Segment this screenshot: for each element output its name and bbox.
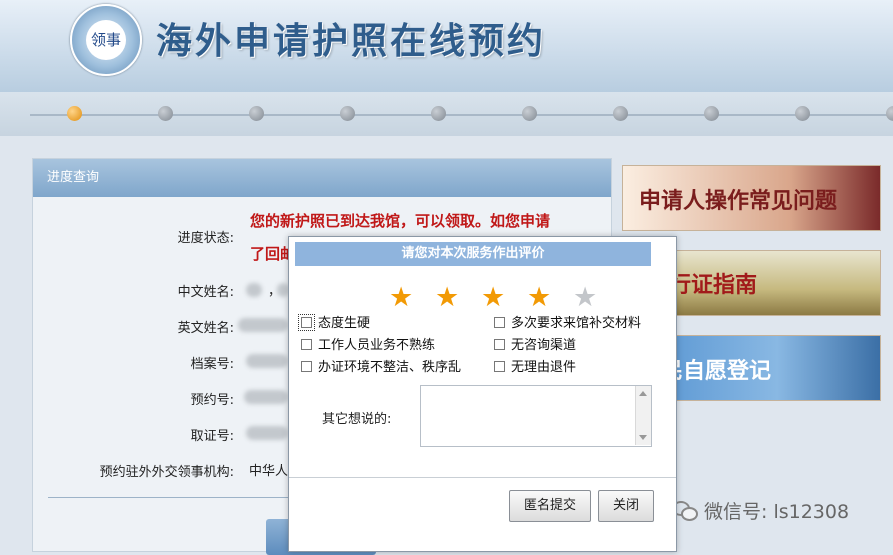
step-dot-7	[613, 106, 628, 121]
wechat-watermark: 微信号: ls12308	[672, 497, 849, 524]
option-no-inquiry-channel-checkbox[interactable]	[494, 339, 505, 350]
rating-star-2-icon[interactable]: ★	[435, 284, 459, 311]
file-no-label: 档案号:	[190, 357, 234, 372]
step-dot-3	[249, 106, 264, 121]
step-dot-6	[522, 106, 537, 121]
emblem-text: 领事	[86, 20, 126, 60]
rating-star-3-icon[interactable]: ★	[481, 284, 505, 311]
service-rating-dialog: 请您对本次服务作出评价 ★ ★ ★ ★ ★ 态度生硬 多次要求来馆补交材料 工作人员业务…	[288, 236, 677, 552]
option-repeat-visits[interactable]: 多次要求来馆补交材料	[494, 312, 641, 331]
wechat-id-text: 微信号: ls12308	[704, 501, 850, 523]
option-messy-environment[interactable]: 办证环境不整洁、秩序乱	[301, 356, 461, 375]
option-unjustified-rejection-label: 无理由退件	[511, 360, 577, 375]
scroll-down-arrow-icon[interactable]	[639, 435, 647, 440]
site-title: 海外申请护照在线预约	[156, 20, 547, 62]
other-comments-label: 其它想说的:	[322, 412, 392, 427]
en-name-label: 英文姓名:	[177, 321, 234, 336]
faq-banner[interactable]: 申请人操作常见问题	[622, 165, 881, 231]
textarea-scrollbar[interactable]	[635, 386, 651, 445]
option-repeat-visits-label: 多次要求来馆补交材料	[511, 316, 642, 331]
pickup-no-label: 取证号:	[190, 429, 234, 444]
dialog-divider	[289, 477, 676, 478]
option-rude-attitude[interactable]: 态度生硬	[298, 312, 371, 331]
close-button[interactable]: 关闭	[598, 490, 654, 522]
step-dot-8	[704, 106, 719, 121]
file-no-redacted	[246, 354, 288, 368]
status-label: 进度状态:	[177, 231, 234, 246]
step-dot-9	[795, 106, 810, 121]
step-dot-1	[67, 106, 82, 121]
option-messy-environment-checkbox[interactable]	[301, 361, 312, 372]
option-no-inquiry-channel[interactable]: 无咨询渠道	[494, 334, 576, 353]
cn-name-label: 中文姓名:	[177, 285, 234, 300]
option-messy-environment-label: 办证环境不整洁、秩序乱	[318, 360, 462, 375]
option-repeat-visits-checkbox[interactable]	[494, 317, 505, 328]
rating-star-4-icon[interactable]: ★	[527, 284, 551, 311]
site-header: 领事 海外申请护照在线预约	[0, 0, 893, 92]
option-unskilled-staff[interactable]: 工作人员业务不熟练	[301, 334, 435, 353]
en-name-redacted	[238, 318, 288, 332]
booking-no-redacted	[244, 390, 288, 404]
booking-no-label: 预约号:	[190, 393, 234, 408]
faq-banner-text: 申请人操作常见问题	[639, 189, 838, 214]
anonymous-submit-button[interactable]: 匿名提交	[509, 490, 591, 522]
rating-star-1-icon[interactable]: ★	[389, 284, 413, 311]
agency-value: 中华人	[249, 464, 289, 479]
dialog-title: 请您对本次服务作出评价	[295, 242, 651, 266]
status-message-line-1: 您的新护照已到达我馆，可以领取。如您申请	[250, 212, 551, 230]
option-unskilled-staff-checkbox[interactable]	[301, 339, 312, 350]
other-comments-textarea[interactable]	[420, 385, 652, 447]
step-dot-2	[158, 106, 173, 121]
step-dot-5	[431, 106, 446, 121]
step-dot-4	[340, 106, 355, 121]
pickup-no-redacted	[246, 426, 288, 440]
option-rude-attitude-checkbox[interactable]	[298, 314, 315, 331]
panel-title: 进度查询	[33, 159, 611, 197]
agency-label: 预约驻外外交领事机构:	[99, 465, 234, 480]
option-unskilled-staff-label: 工作人员业务不熟练	[318, 338, 436, 353]
rating-star-5-icon[interactable]: ★	[573, 284, 597, 311]
option-rude-attitude-label: 态度生硬	[318, 316, 371, 331]
option-unjustified-rejection[interactable]: 无理由退件	[494, 356, 576, 375]
consular-emblem-logo: 领事	[70, 4, 142, 76]
scroll-up-arrow-icon[interactable]	[639, 391, 647, 396]
option-unjustified-rejection-checkbox[interactable]	[494, 361, 505, 372]
cn-name-redacted	[246, 283, 262, 297]
option-no-inquiry-channel-label: 无咨询渠道	[511, 338, 577, 353]
